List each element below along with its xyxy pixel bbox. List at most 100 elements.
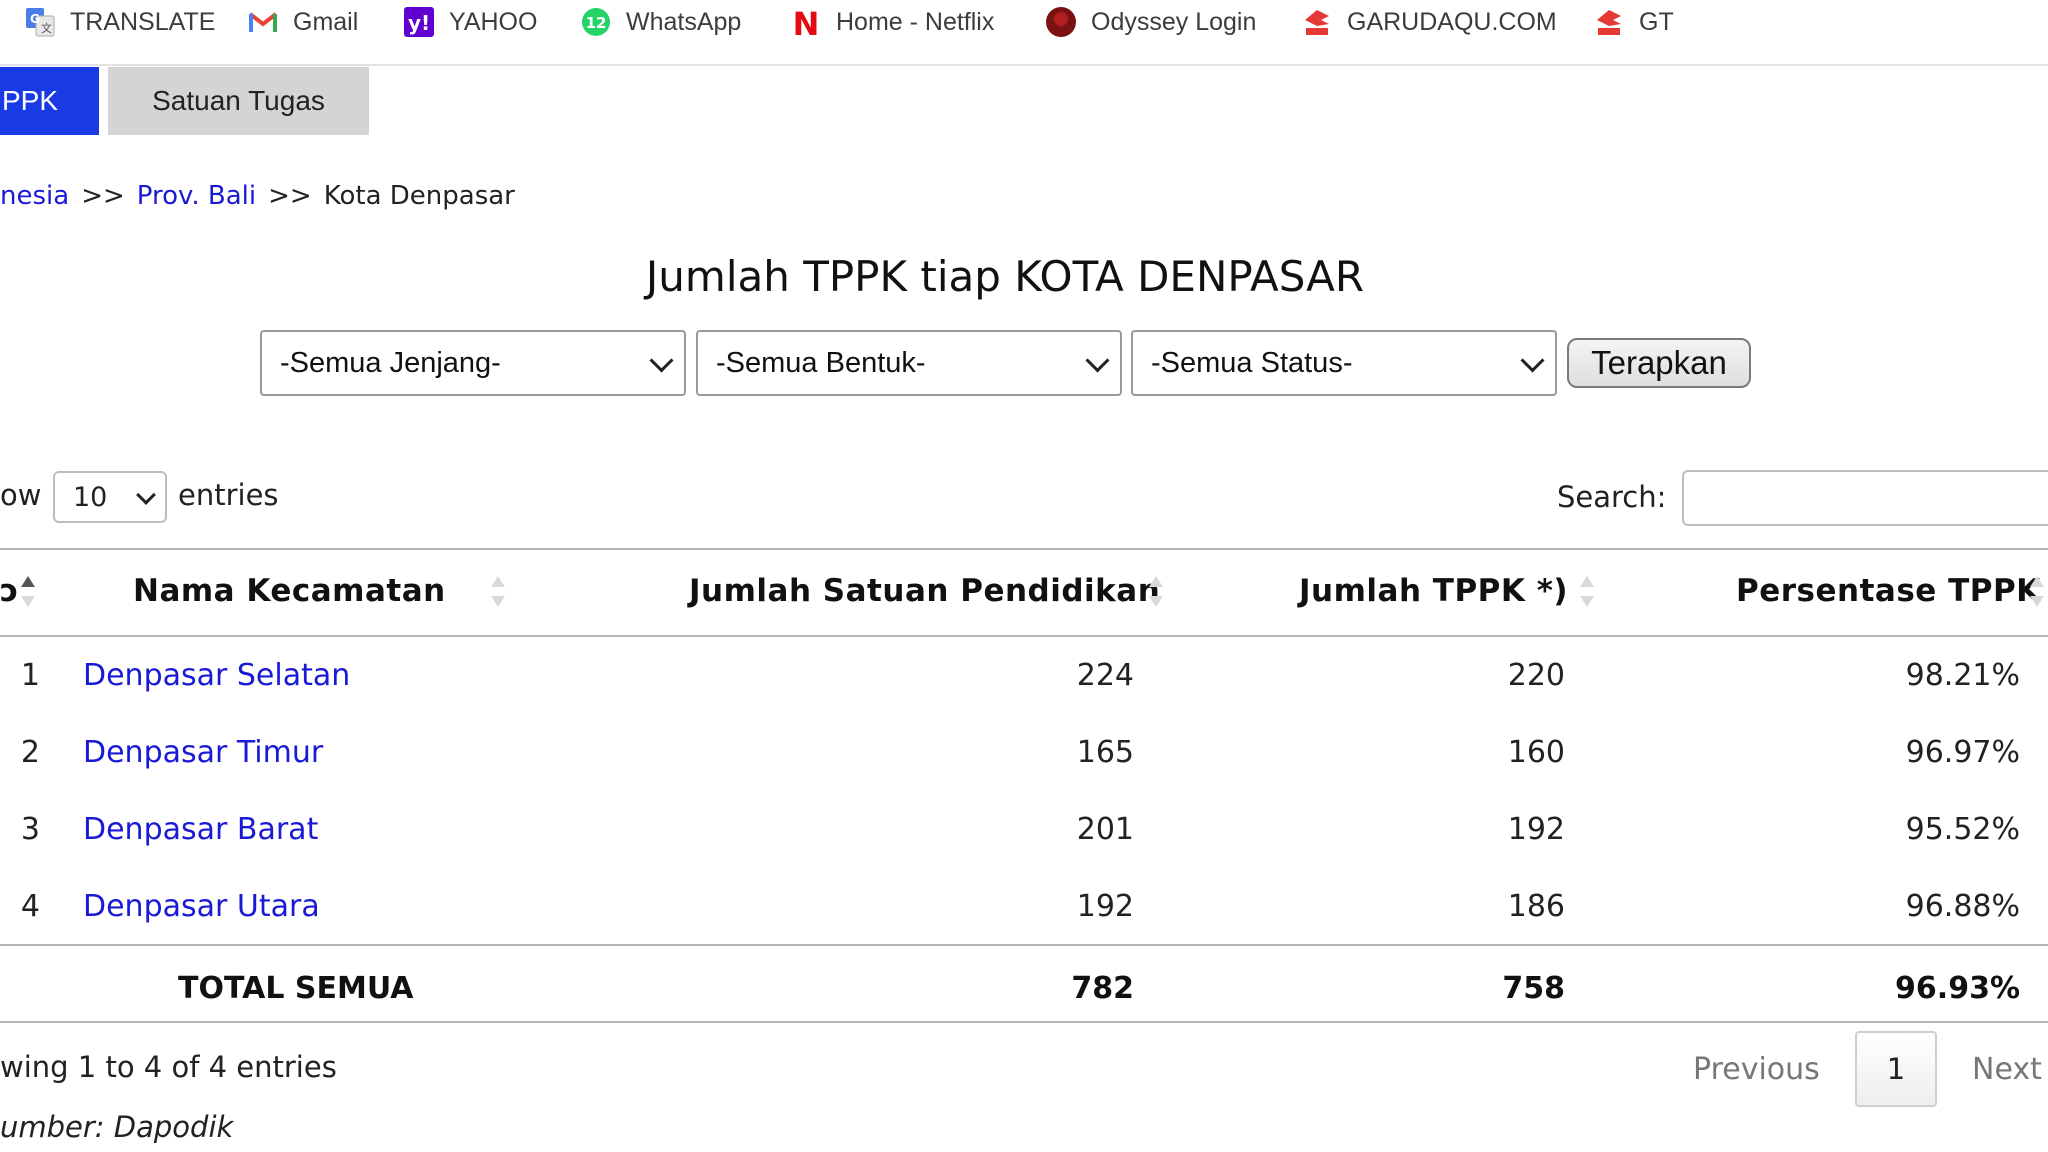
bookmark-label: Odyssey Login: [1091, 7, 1257, 36]
tppk-value: 192: [1507, 812, 1565, 847]
entries-label: entries: [178, 478, 279, 512]
bookmark-label: Home - Netflix: [836, 7, 995, 36]
chevron-down-icon: [1085, 348, 1110, 373]
satuan-value: 224: [1076, 658, 1134, 693]
kecamatan-link[interactable]: Denpasar Selatan: [83, 656, 350, 696]
entries-per-page-select[interactable]: 10: [53, 471, 167, 523]
row-number: 3: [20, 812, 40, 847]
breadcrumb-separator: >>: [81, 181, 125, 211]
svg-text:文: 文: [41, 21, 52, 35]
persentase-value: 96.97%: [1905, 735, 2020, 770]
table-info: wing 1 to 4 of 4 entries: [0, 1050, 337, 1084]
tab-label: PPK: [2, 85, 59, 116]
bookmark-netflix[interactable]: N Home - Netflix: [790, 0, 995, 44]
bentuk-select-value: -Semua Bentuk-: [716, 346, 926, 379]
search-label: Search:: [1557, 480, 1667, 514]
total-persentase: 96.93%: [1895, 971, 2020, 1006]
apply-button[interactable]: Terapkan: [1567, 338, 1751, 388]
bookmark-label: Gmail: [293, 7, 359, 36]
breadcrumb-link-indonesia[interactable]: nesia: [0, 181, 69, 211]
previous-page-button[interactable]: Previous: [1693, 1052, 1820, 1087]
jenjang-select[interactable]: -Semua Jenjang-: [260, 330, 686, 396]
entries-select-value: 10: [73, 481, 108, 513]
total-tppk: 758: [1502, 971, 1565, 1006]
total-satuan: 782: [1071, 971, 1134, 1006]
chevron-down-icon: [649, 348, 674, 373]
netflix-icon: N: [790, 5, 822, 43]
satuan-value: 201: [1076, 812, 1134, 847]
tab-label: Satuan Tugas: [152, 85, 325, 116]
bookmark-label: GT: [1639, 7, 1674, 36]
bookmark-whatsapp[interactable]: 12 WhatsApp: [580, 0, 741, 44]
table-header-border: [0, 635, 2048, 637]
jenjang-select-value: -Semua Jenjang-: [280, 346, 501, 379]
row-number: 1: [20, 658, 40, 693]
page-title: Jumlah TPPK tiap KOTA DENPASAR: [645, 252, 1365, 301]
column-header-persentase[interactable]: Persentase TPPK: [1736, 573, 2041, 613]
sort-icon[interactable]: [1149, 576, 1163, 610]
row-number: 4: [20, 889, 40, 924]
table-bottom-border: [0, 1021, 2048, 1023]
total-label: TOTAL SEMUA: [178, 971, 414, 1006]
bookmark-label: YAHOO: [449, 7, 538, 36]
whatsapp-icon: 12: [580, 6, 612, 38]
bookmark-odyssey[interactable]: Odyssey Login: [1045, 0, 1256, 44]
persentase-value: 98.21%: [1905, 658, 2020, 693]
breadcrumb-separator: >>: [268, 181, 312, 211]
persentase-value: 95.52%: [1905, 812, 2020, 847]
svg-text:y!: y!: [408, 11, 430, 35]
svg-text:N: N: [793, 6, 820, 38]
bookmark-label: WhatsApp: [626, 7, 742, 36]
table-total-border: [0, 944, 2048, 946]
bookmark-gmail[interactable]: Gmail: [247, 0, 358, 44]
bookmark-garudaqu[interactable]: GARUDAQU.COM: [1301, 0, 1557, 44]
google-translate-icon: G 文: [24, 6, 56, 38]
next-page-button[interactable]: Next: [1972, 1052, 2042, 1087]
tab-ppk[interactable]: PPK: [0, 67, 99, 135]
bookmark-translate[interactable]: G 文 TRANSLATE: [24, 0, 215, 44]
odyssey-icon: [1045, 6, 1077, 38]
bookmark-label: TRANSLATE: [70, 7, 216, 36]
tppk-value: 220: [1507, 658, 1565, 693]
kecamatan-link[interactable]: Denpasar Timur: [83, 733, 323, 773]
persentase-value: 96.88%: [1905, 889, 2020, 924]
satuan-value: 192: [1076, 889, 1134, 924]
search-input[interactable]: [1682, 470, 2048, 526]
column-header-nama[interactable]: Nama Kecamatan: [133, 573, 446, 613]
bookmark-yahoo[interactable]: y! YAHOO: [403, 0, 537, 44]
tppk-value: 186: [1507, 889, 1565, 924]
whatsapp-badge: 12: [586, 14, 607, 32]
tab-satuan-tugas[interactable]: Satuan Tugas: [108, 67, 369, 135]
column-header-satuan[interactable]: Jumlah Satuan Pendidikan: [689, 573, 1160, 613]
sort-icon[interactable]: [21, 576, 35, 610]
sort-icon[interactable]: [2030, 576, 2044, 610]
sort-icon[interactable]: [1580, 576, 1594, 610]
bookmarks-bar: G 文 TRANSLATE Gmail y! YAHOO 12 WhatsApp…: [0, 0, 2048, 66]
status-select-value: -Semua Status-: [1151, 346, 1353, 379]
source-note: umber: Dapodik: [0, 1110, 234, 1144]
garuda-icon: [1301, 6, 1333, 38]
garuda-icon: [1593, 6, 1625, 38]
gmail-icon: [247, 6, 279, 38]
tppk-value: 160: [1507, 735, 1565, 770]
column-header-no[interactable]: ɔ: [0, 573, 19, 613]
bookmark-label: GARUDAQU.COM: [1347, 7, 1557, 36]
column-header-tppk[interactable]: Jumlah TPPK *): [1299, 573, 1568, 613]
breadcrumb: nesia >> Prov. Bali >> Kota Denpasar: [0, 178, 515, 214]
yahoo-icon: y!: [403, 6, 435, 38]
chevron-down-icon: [136, 485, 156, 505]
bookmark-gt[interactable]: GT: [1593, 0, 1674, 44]
satuan-value: 165: [1076, 735, 1134, 770]
svg-text:G: G: [30, 12, 40, 26]
show-entries-label: ow: [0, 478, 42, 512]
status-select[interactable]: -Semua Status-: [1131, 330, 1557, 396]
kecamatan-link[interactable]: Denpasar Utara: [83, 887, 320, 927]
sort-icon[interactable]: [491, 576, 505, 610]
kecamatan-link[interactable]: Denpasar Barat: [83, 810, 318, 850]
breadcrumb-current: Kota Denpasar: [323, 181, 515, 211]
table-top-border: [0, 548, 2048, 550]
chevron-down-icon: [1520, 348, 1545, 373]
bentuk-select[interactable]: -Semua Bentuk-: [696, 330, 1122, 396]
breadcrumb-link-bali[interactable]: Prov. Bali: [137, 181, 256, 211]
page-number-button[interactable]: 1: [1855, 1031, 1937, 1107]
